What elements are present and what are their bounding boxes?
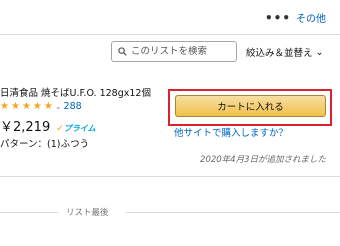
prime-badge: ✓プライム (56, 116, 95, 135)
end-divider-left (0, 212, 58, 213)
check-icon: ✓ (56, 124, 64, 134)
more-label: その他 (296, 14, 326, 25)
star-full-icon: ★ (32, 100, 42, 112)
other-sites-link[interactable]: 他サイトで購入しますか？ (174, 125, 288, 139)
added-date: 2020年4月3日が追加されました (200, 155, 326, 165)
item-pattern: パターン：(1)ふつう (0, 139, 89, 150)
review-count[interactable]: 288 (64, 101, 82, 112)
chevron-down-icon: ⌄ (315, 46, 324, 58)
star-half-icon: ★ (43, 100, 53, 112)
search-icon (118, 47, 127, 56)
star-full-icon: ★ (0, 100, 9, 112)
header-divider (0, 34, 340, 35)
more-menu[interactable]: ••• その他 (264, 10, 326, 26)
filter-sort-label: 絞込み＆並替え (246, 48, 313, 59)
filter-sort-menu[interactable]: 絞込み＆並替え ⌄ (246, 45, 324, 60)
star-full-icon: ★ (10, 100, 20, 112)
item-title[interactable]: 日清食品 焼そばU.F.O. 128gx12個 (0, 85, 151, 99)
list-search-box[interactable] (111, 41, 237, 62)
add-to-cart-button[interactable]: カートに入れる (175, 95, 326, 117)
prime-label: プライム (63, 124, 96, 133)
ellipsis-icon: ••• (264, 10, 291, 25)
item-divider (0, 176, 340, 177)
item-price: ￥2,219 (0, 120, 51, 135)
end-divider-right (126, 212, 340, 213)
search-input[interactable] (131, 46, 231, 57)
chevron-down-icon: ⌄ (54, 102, 62, 111)
rating-stars[interactable]: ★ ★ ★ ★ ★ ⌄ 288 (0, 101, 82, 112)
star-full-icon: ★ (21, 100, 31, 112)
list-end-label: リスト最後 (66, 208, 109, 218)
price-row: ￥2,219 ✓プライム (0, 116, 96, 135)
